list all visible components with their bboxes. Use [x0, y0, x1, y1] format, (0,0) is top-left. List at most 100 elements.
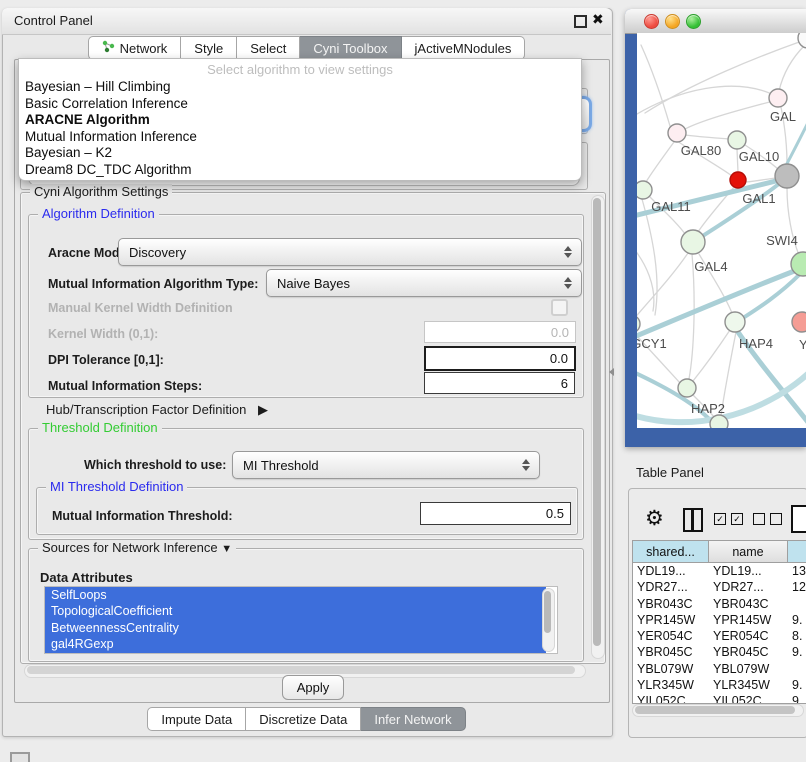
table-row[interactable]: YER054CYER054C8. [633, 628, 806, 644]
unchecked-checkbox-icon[interactable] [770, 513, 782, 525]
table-row[interactable]: YIL052CYIL052C9 [633, 693, 806, 704]
network-node-gal[interactable] [769, 89, 787, 107]
table-row[interactable]: YBR043CYBR043C [633, 596, 806, 612]
network-edge[interactable] [637, 86, 778, 119]
settings-vertical-scrollbar[interactable] [591, 195, 605, 659]
network-node-gal10[interactable] [728, 131, 746, 149]
float-window-icon[interactable] [574, 15, 587, 28]
file-icon[interactable] [791, 505, 806, 533]
tab-select[interactable]: Select [237, 36, 300, 60]
table-row[interactable]: YLR345WYLR345W9. [633, 677, 806, 693]
table-cell [788, 661, 806, 677]
mi-steps-field[interactable]: 6 [424, 372, 575, 394]
chevron-down-icon[interactable]: ▼ [221, 543, 232, 555]
network-node-gcy1[interactable] [637, 315, 640, 333]
table-cell: 9. [788, 612, 806, 628]
network-edge[interactable] [689, 254, 694, 379]
network-edge[interactable] [637, 270, 797, 339]
attributes-scrollbar[interactable] [542, 588, 555, 652]
table-column-header[interactable] [788, 541, 806, 562]
network-edge[interactable] [642, 199, 657, 315]
sources-title: Sources for Network Inference ▼ [38, 540, 236, 555]
dropdown-item[interactable]: Bayesian – Hill Climbing [19, 79, 581, 96]
bottom-tab-infer-network[interactable]: Infer Network [361, 707, 465, 731]
dropdown-item[interactable]: Basic Correlation Inference [19, 96, 581, 113]
data-attributes-list[interactable]: SelfLoopsTopologicalCoefficientBetweenne… [44, 586, 558, 654]
panel-divider-arrow-icon[interactable] [609, 368, 614, 376]
dropdown-item[interactable]: ARACNE Algorithm [19, 112, 581, 129]
aracne-mode-combobox[interactable]: Discovery [118, 238, 582, 266]
tab-style[interactable]: Style [181, 36, 237, 60]
network-edge[interactable] [637, 243, 654, 311]
node-label: GAL1 [742, 191, 775, 206]
gear-icon[interactable]: ⚙ [645, 506, 664, 531]
algorithm-definition-title: Algorithm Definition [38, 206, 159, 221]
table-row[interactable]: YPR145WYPR145W9. [633, 612, 806, 628]
bottom-tab-impute-data[interactable]: Impute Data [147, 707, 246, 731]
node-label: Y [799, 337, 806, 352]
network-node[interactable] [775, 164, 799, 188]
bottom-tab-discretize-data[interactable]: Discretize Data [246, 707, 361, 731]
node-label: GAL11 [651, 199, 691, 214]
hub-definition-toggle[interactable]: Hub/Transcription Factor Definition ▶ [46, 402, 268, 418]
attribute-list-item[interactable]: TopologicalCoefficient [45, 603, 546, 619]
close-traffic-light-icon[interactable] [644, 14, 659, 29]
network-edge[interactable] [693, 330, 730, 381]
dropdown-item[interactable]: Bayesian – K2 [19, 145, 581, 162]
table-row[interactable]: YDR27...YDR27...12 [633, 579, 806, 595]
algorithm-dropdown-list: Select algorithm to view settings Bayesi… [18, 58, 582, 181]
which-threshold-combobox[interactable]: MI Threshold [232, 451, 540, 479]
checked-checkbox-icon[interactable]: ✓ [714, 513, 726, 525]
columns-icon[interactable] [683, 508, 703, 532]
network-node-gal1[interactable] [730, 172, 746, 188]
hub-definition-label: Hub/Transcription Factor Definition [46, 402, 246, 417]
table-row[interactable]: YBR045CYBR045C9. [633, 644, 806, 660]
checked-checkbox-icon[interactable]: ✓ [731, 513, 743, 525]
dropdown-item[interactable]: Mutual Information Inference [19, 129, 581, 146]
network-node-hap2[interactable] [678, 379, 696, 397]
network-canvas[interactable]: GALGAL80GAL10GAL1GAL11GAL4SWI4GCY1HAP4YH… [637, 33, 806, 428]
network-edge[interactable] [646, 142, 674, 182]
tab-cyni-toolbox[interactable]: Cyni Toolbox [300, 36, 401, 60]
network-node-gal80[interactable] [668, 124, 686, 142]
kernel-width-field[interactable]: 0.0 [424, 321, 576, 343]
close-icon[interactable]: ✖ [592, 11, 604, 28]
zoom-traffic-light-icon[interactable] [686, 14, 701, 29]
network-edge[interactable] [779, 45, 805, 91]
network-node-y[interactable] [792, 312, 806, 332]
table-cell: YLR345W [633, 677, 709, 693]
table-column-header[interactable]: shared... [633, 541, 709, 562]
network-edge[interactable] [637, 253, 688, 320]
network-edge[interactable] [685, 100, 777, 129]
network-node-gal11[interactable] [637, 181, 652, 199]
attribute-list-item[interactable]: SelfLoops [45, 587, 546, 603]
unchecked-checkbox-icon[interactable] [753, 513, 765, 525]
mi-type-combobox[interactable]: Naive Bayes [266, 269, 582, 297]
table-column-header[interactable]: name [709, 541, 788, 562]
dropdown-item[interactable]: Dream8 DC_TDC Algorithm [19, 162, 581, 179]
network-node[interactable] [710, 415, 728, 428]
network-node-gal4[interactable] [681, 230, 705, 254]
table-row[interactable]: YDL19...YDL19...13 [633, 563, 806, 579]
apply-button[interactable]: Apply [282, 675, 344, 700]
tab-jactivemnodules[interactable]: jActiveMNodules [402, 36, 526, 60]
attribute-list-item[interactable]: BetweennessCentrality [45, 620, 546, 636]
minimize-traffic-light-icon[interactable] [665, 14, 680, 29]
node-label: HAP4 [739, 336, 773, 351]
node-table[interactable]: shared...name YDL19...YDL19...13YDR27...… [632, 540, 806, 704]
network-node[interactable] [798, 33, 806, 48]
attribute-list-item[interactable]: gal4RGexp [45, 636, 546, 652]
table-horizontal-scrollbar[interactable] [632, 704, 804, 717]
mi-threshold-field[interactable]: 0.5 [420, 502, 571, 525]
table-cell: YDR27... [633, 579, 709, 595]
tab-network[interactable]: Network [88, 36, 182, 60]
table-row[interactable]: YBL079WYBL079W [633, 661, 806, 677]
which-threshold-value: MI Threshold [243, 458, 319, 473]
network-edge[interactable] [641, 45, 670, 126]
node-label: SWI4 [766, 233, 798, 248]
minimized-panel-icon[interactable] [10, 752, 30, 762]
network-edge[interactable] [685, 135, 729, 139]
network-node-hap4[interactable] [725, 312, 745, 332]
manual-kernel-checkbox[interactable] [551, 299, 568, 316]
dpi-tolerance-field[interactable]: 0.0 [424, 346, 576, 371]
